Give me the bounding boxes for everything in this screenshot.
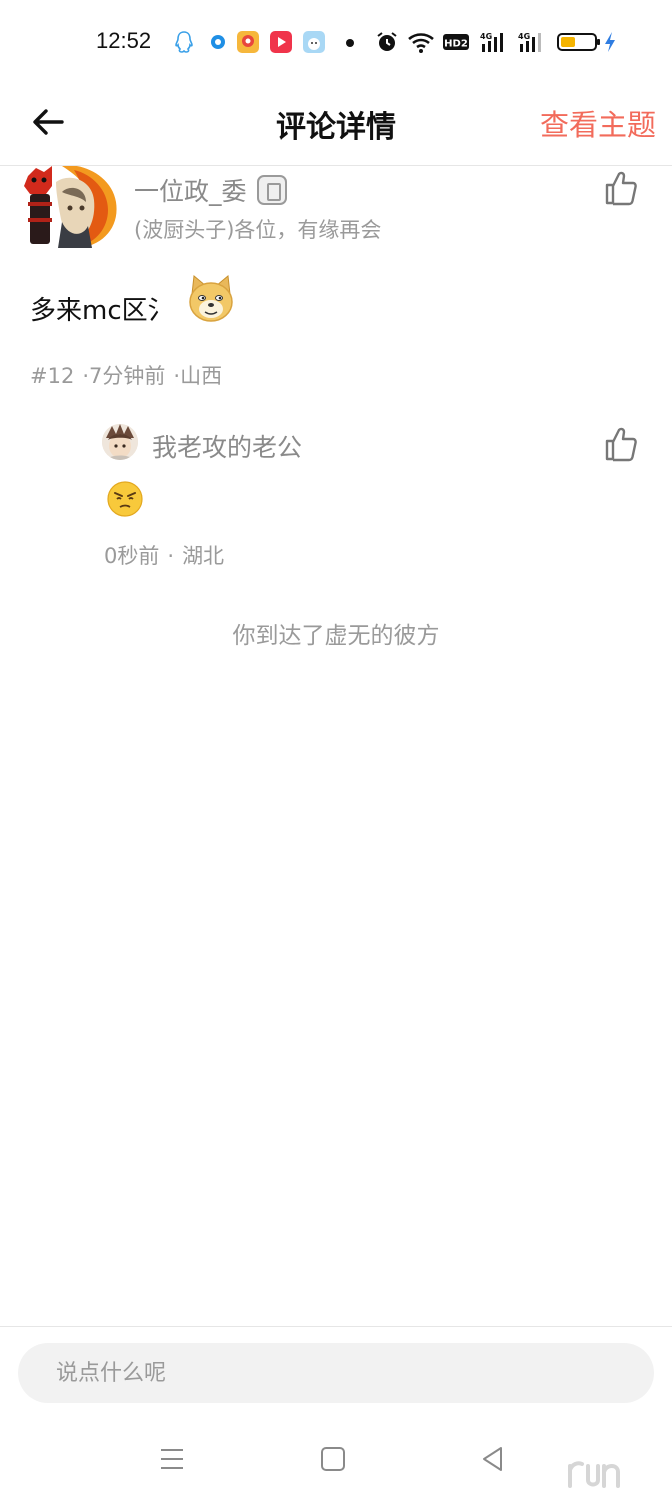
avatar[interactable] [22,166,118,248]
comment-time: 7分钟前 [89,364,166,388]
floor-number: #12 [30,364,75,388]
comment-text: 多来mc区氵 [30,296,174,326]
end-of-list-message: 你到达了虚无的彼方 [232,623,440,649]
back-triangle-icon[interactable] [478,1444,508,1474]
4g-label: 4G [480,32,492,41]
hd2-icon: HD2 [443,34,469,50]
thumbs-up-icon[interactable] [604,170,638,206]
comment-input[interactable] [18,1343,654,1403]
thumbs-up-icon[interactable] [604,426,638,462]
battery-icon [557,33,600,51]
charging-icon [605,32,615,52]
notification-dot-icon [346,39,354,47]
app-icon [303,31,325,53]
hd2-label: HD2 [444,39,468,50]
4g-signal-icon: 4G [480,32,503,52]
header: 评论详情 查看主题 [0,84,672,166]
comment-meta: #12·7分钟前 ·山西 [30,360,222,390]
reply-time: 0秒前 [104,544,160,568]
avatar[interactable] [102,424,138,460]
view-topic-button[interactable]: 查看主题 [540,102,656,144]
doge-emoji-icon [189,275,233,322]
home-square-icon[interactable] [318,1444,348,1474]
4g-signal-icon: 4G [518,32,541,52]
game-app-icon [237,31,259,53]
status-time: 12:52 [96,28,152,53]
watermark-logo-icon [568,1461,620,1488]
meta-separator: · [167,544,175,568]
level-badge-icon [257,175,287,205]
author-name[interactable]: 一位政_委 [134,172,247,208]
circle-app-icon [211,35,225,49]
4g-label: 4G [518,32,530,41]
video-app-icon [270,31,292,53]
qq-icon [175,31,193,53]
wifi-icon [408,33,434,53]
menu-icon[interactable] [157,1444,187,1474]
comment-location: 山西 [180,364,223,388]
status-bar: 12:52 HD2 4G 4G [0,0,672,84]
pouting-emoji-icon [107,481,143,517]
reply-author-name[interactable]: 我老攻的老公 [152,428,302,464]
comment-input-bar [0,1326,672,1420]
alarm-icon [377,32,397,51]
reply-meta: 0秒前 · 湖北 [104,540,224,570]
meta-separator: · [82,364,90,388]
author-signature: (波厨头子)各位，有缘再会 [134,218,382,242]
reply-location: 湖北 [182,544,225,568]
